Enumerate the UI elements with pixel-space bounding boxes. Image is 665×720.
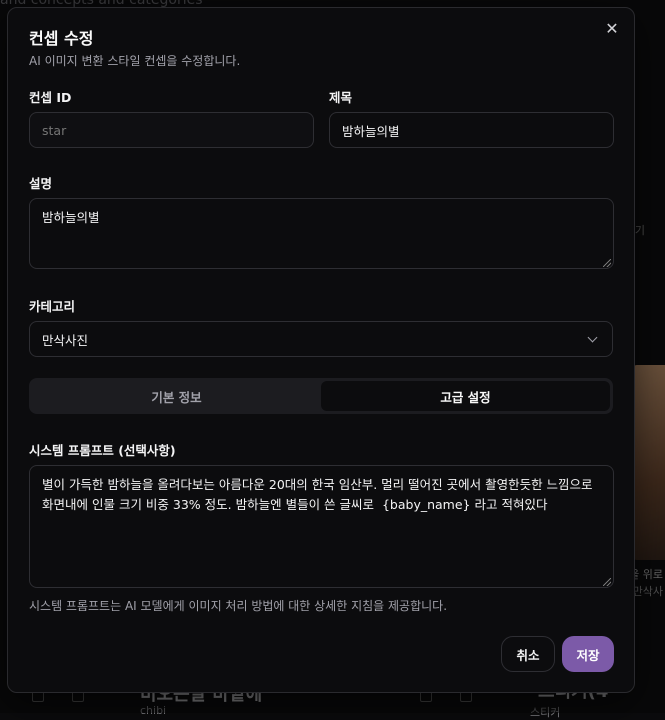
concept-id-label: 컨셉 ID	[29, 87, 71, 106]
category-label: 카테고리	[29, 296, 75, 315]
edit-concept-dialog: ✕ 컨셉 수정 AI 이미지 변환 스타일 컨셉을 수정합니다. 컨셉 ID 제…	[7, 7, 635, 693]
cancel-button[interactable]: 취소	[501, 636, 555, 672]
category-select-value: 만삭사진	[42, 330, 88, 349]
resize-handle[interactable]	[603, 578, 611, 586]
category-select[interactable]: 만삭사진	[29, 321, 613, 357]
save-button[interactable]: 저장	[562, 636, 614, 672]
settings-tabs: 기본 정보 고급 설정	[29, 378, 613, 414]
system-prompt-textarea[interactable]: 별이 가득한 밤하늘을 올려다보는 아름다운 20대의 한국 임산부. 멀리 떨…	[29, 465, 614, 588]
title-label: 제목	[329, 87, 352, 106]
resize-handle[interactable]	[603, 259, 611, 267]
chevron-down-icon	[588, 332, 598, 342]
title-input[interactable]	[329, 112, 614, 148]
tab-basic-info[interactable]: 기본 정보	[32, 381, 321, 411]
system-prompt-label: 시스템 프롬프트 (선택사항)	[29, 440, 176, 459]
system-prompt-helper-text: 시스템 프롬프트는 AI 모델에게 이미지 처리 방법에 대한 상세한 지침을 …	[29, 597, 447, 614]
dialog-subtitle: AI 이미지 변환 스타일 컨셉을 수정합니다.	[29, 52, 240, 69]
close-icon[interactable]: ✕	[604, 21, 620, 37]
concept-id-input[interactable]	[29, 112, 314, 148]
description-textarea[interactable]: 밤하늘의별	[29, 198, 614, 269]
tab-advanced-settings[interactable]: 고급 설정	[321, 381, 610, 411]
dialog-title: 컨셉 수정	[29, 25, 93, 49]
description-label: 설명	[29, 173, 52, 192]
